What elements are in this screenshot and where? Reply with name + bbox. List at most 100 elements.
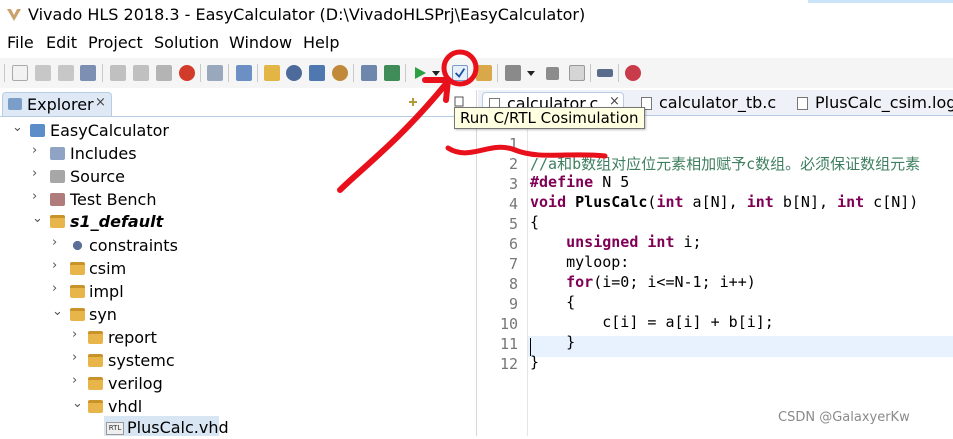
close-icon[interactable]: × (95, 95, 106, 110)
open-report-icon[interactable] (236, 65, 252, 81)
new-solution-icon[interactable] (264, 65, 280, 81)
toolbar-separator (4, 64, 5, 82)
tree-item-label: Test Bench (70, 190, 157, 209)
index-icon[interactable] (361, 65, 377, 81)
tab-calculator-tb-c[interactable]: calculator_tb.c (635, 92, 785, 116)
folder-icon (88, 331, 103, 344)
export-rtl-icon[interactable] (476, 65, 492, 81)
save-icon[interactable] (35, 65, 51, 81)
includes-icon (50, 147, 65, 160)
chevron-right-icon[interactable]: › (32, 189, 46, 204)
folder-icon (88, 400, 103, 413)
project-icon (30, 124, 45, 137)
chevron-right-icon[interactable]: › (52, 258, 66, 273)
menu-help[interactable]: Help (303, 33, 339, 52)
chevron-right-icon[interactable]: › (32, 166, 46, 181)
menu-edit[interactable]: Edit (46, 33, 77, 52)
cosim-tooltip: Run C/RTL Cosimulation (454, 107, 645, 129)
menu-file[interactable]: File (7, 33, 34, 52)
code-line: 11 } (478, 317, 953, 371)
menu-bar: File Edit Project Solution Window Help (0, 30, 953, 56)
chevron-down-icon[interactable]: ⌄ (72, 396, 86, 411)
toolbar-separator (102, 64, 103, 82)
rtl-file-icon: RTL (106, 422, 124, 435)
title-bar: Vivado HLS 2018.3 - EasyCalculator (D:\V… (0, 0, 953, 30)
chevron-right-icon[interactable]: › (52, 235, 66, 250)
project-settings-icon[interactable] (309, 65, 325, 81)
code-line: 3 void PlusCalc(int a[N], int b[N], int … (478, 157, 953, 211)
run-cosimulation-icon[interactable] (452, 65, 468, 81)
chevron-right-icon[interactable]: › (72, 350, 86, 365)
tab-pluscalc-csim-log[interactable]: PlusCalc_csim.log (791, 92, 953, 116)
delete-icon[interactable] (179, 65, 195, 81)
folder-icon (70, 262, 85, 275)
line-number: 12 (499, 355, 518, 373)
copy-icon[interactable] (133, 65, 149, 81)
toolbar-separator (497, 64, 498, 82)
constraints-icon (70, 239, 85, 252)
menu-project[interactable]: Project (88, 33, 143, 52)
print-icon[interactable] (207, 65, 223, 81)
code-line: 2 #define N 5 (478, 137, 953, 191)
code-line: 4 { (478, 177, 953, 231)
compare-icon[interactable] (569, 65, 585, 81)
solution-icon (50, 215, 65, 228)
chevron-right-icon[interactable]: › (52, 281, 66, 296)
watermark-text: CSDN @GalaxyerKw (778, 410, 910, 425)
folder-icon (88, 354, 103, 367)
vivado-logo-icon (7, 9, 21, 21)
stop-icon[interactable] (546, 67, 559, 80)
tree-item-label: constraints (89, 236, 178, 255)
code-line: 9 c[i] = a[i] + b[i]; (478, 277, 953, 331)
toolbar-separator (200, 64, 201, 82)
save-as-icon[interactable] (80, 65, 96, 81)
tree-item-label: csim (89, 259, 127, 278)
toolbar-separator (353, 64, 354, 82)
tree-item-label: report (108, 328, 157, 347)
menu-window[interactable]: Window (229, 33, 292, 52)
text-caret (530, 338, 531, 356)
explorer-tab[interactable]: Explorer × (2, 92, 112, 116)
paste-icon[interactable] (156, 65, 172, 81)
dropdown-icon[interactable] (526, 65, 536, 81)
run-c-simulation-icon[interactable] (412, 65, 428, 81)
open-wave-icon[interactable] (505, 65, 521, 81)
console-icon[interactable] (384, 65, 400, 81)
new-icon[interactable] (12, 65, 28, 81)
test-bench-icon (50, 193, 65, 206)
code-line: 10 } (478, 297, 953, 351)
chevron-down-icon[interactable]: ⌄ (12, 120, 26, 135)
chevron-down-icon[interactable]: ⌄ (52, 304, 66, 319)
toolbar-separator (228, 64, 229, 82)
window-title: Vivado HLS 2018.3 - EasyCalculator (D:\V… (28, 5, 586, 24)
code-line: 8 { (478, 257, 953, 311)
chevron-down-icon[interactable]: ⌄ (32, 211, 46, 226)
toolbar-separator (618, 64, 619, 82)
log-file-icon (797, 97, 808, 110)
code-line: 12 (478, 337, 953, 373)
toolbar-separator (590, 64, 591, 82)
folder-icon (88, 377, 103, 390)
cut-icon[interactable] (110, 65, 126, 81)
toolbar-separator (405, 64, 406, 82)
source-folder-icon (50, 170, 65, 183)
chevron-right-icon[interactable]: › (32, 143, 46, 158)
tree-item-label: syn (89, 305, 117, 324)
code-line: 7 for(i=0; i<=N-1; i++) (478, 237, 953, 291)
toolbar-separator (257, 64, 258, 82)
save-all-icon[interactable] (58, 65, 74, 81)
chevron-right-icon[interactable]: › (72, 327, 86, 342)
tab-label: calculator_tb.c (659, 93, 777, 112)
tree-item-label: s1_default (70, 212, 164, 231)
settings-icon[interactable] (286, 65, 302, 81)
solution-settings-icon[interactable] (332, 65, 348, 81)
main-toolbar (0, 58, 953, 88)
tree-item-label: Source (70, 167, 125, 186)
chevron-right-icon[interactable]: › (72, 373, 86, 388)
menu-solution[interactable]: Solution (154, 33, 219, 52)
explorer-tab-label: Explorer (27, 95, 94, 114)
run-dropdown-icon[interactable] (431, 65, 441, 81)
debug-icon[interactable] (625, 65, 641, 81)
analysis-icon[interactable] (597, 69, 613, 77)
explorer-header-divider (0, 116, 477, 117)
